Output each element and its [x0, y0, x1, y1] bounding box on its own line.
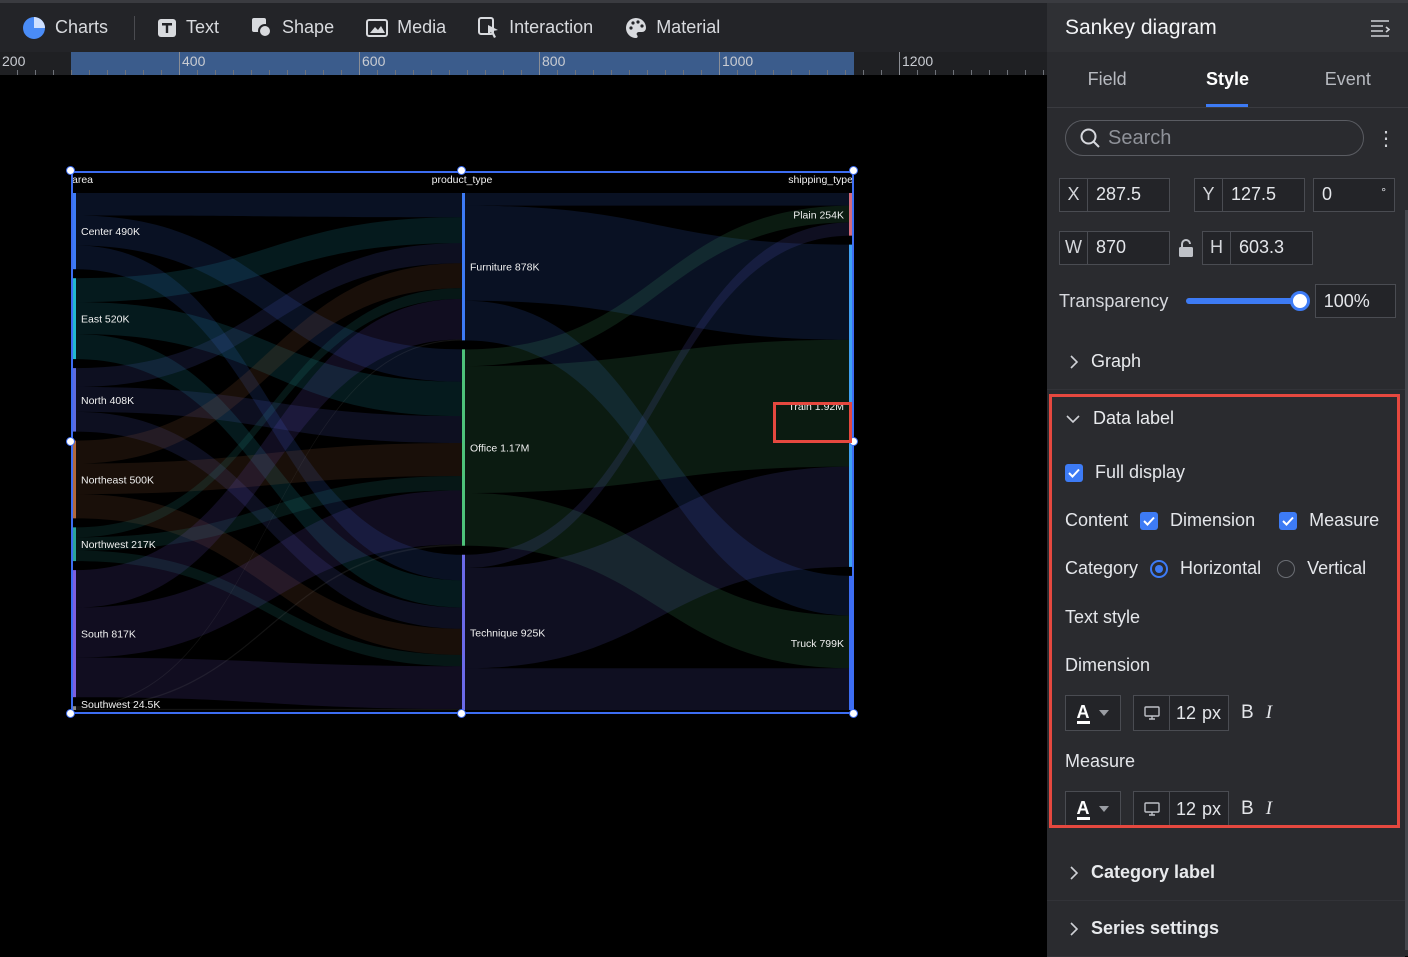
data-label-highlight-box: [1049, 394, 1400, 828]
collapse-panel-icon[interactable]: [1370, 19, 1390, 37]
x-label: X: [1060, 178, 1088, 211]
horizontal-ruler: 200 400 600 800 1000 1200: [0, 52, 1047, 75]
h-label: H: [1203, 231, 1231, 264]
x-field[interactable]: X 287.5: [1059, 177, 1170, 212]
toolbar-shape-label: Shape: [282, 17, 335, 37]
transparency-slider-fill: [1185, 298, 1300, 304]
panel-tabs: Field Style Event: [1047, 52, 1408, 108]
height-field[interactable]: H 603.3: [1202, 230, 1313, 265]
rotation-field[interactable]: 0 °: [1313, 177, 1395, 212]
section-graph[interactable]: Graph: [1047, 334, 1408, 390]
toolbar-material-button[interactable]: Material: [609, 3, 736, 52]
more-options-icon[interactable]: ⋮: [1376, 126, 1396, 151]
search-row: Search ⋮: [1047, 108, 1408, 168]
resize-handle-top-left[interactable]: [66, 166, 75, 175]
ruler-label: 400: [182, 53, 206, 69]
search-placeholder: Search: [1108, 126, 1172, 149]
tab-event[interactable]: Event: [1288, 52, 1408, 107]
toolbar-media-label: Media: [397, 17, 447, 37]
rotation-unit: °: [1381, 184, 1386, 199]
ruler-label: 200: [2, 53, 26, 69]
section-series-settings-label: Series settings: [1091, 918, 1220, 938]
resize-handle-top[interactable]: [457, 166, 466, 175]
ruler-label: 1000: [722, 53, 754, 69]
chevron-right-icon: [1070, 921, 1079, 936]
w-value: 870: [1096, 237, 1127, 257]
transparency-input[interactable]: 100%: [1314, 284, 1396, 318]
resize-handle-left[interactable]: [66, 437, 75, 446]
panel-header: Sankey diagram: [1047, 0, 1408, 52]
toolbar-charts-label: Charts: [55, 17, 109, 37]
chart-selection-frame[interactable]: [71, 171, 854, 714]
ruler-label: 800: [542, 53, 566, 69]
transparency-row: Transparency 100%: [1047, 274, 1408, 328]
transparency-label: Transparency: [1059, 290, 1169, 311]
transparency-slider-handle[interactable]: [1289, 291, 1310, 311]
x-value: 287.5: [1096, 184, 1142, 204]
ruler-major-tick: [359, 52, 360, 75]
ruler-label: 1200: [902, 53, 934, 69]
resize-handle-top-right[interactable]: [849, 166, 858, 175]
chevron-right-icon: [1070, 865, 1079, 880]
ruler-major-tick: [719, 52, 720, 75]
y-value: 127.5: [1231, 184, 1277, 204]
section-graph-label: Graph: [1091, 351, 1142, 371]
train-label-highlight: [773, 402, 852, 443]
size-row: W 870 H 603.3: [1047, 221, 1408, 274]
toolbar-interaction-button[interactable]: Interaction: [462, 3, 609, 52]
toolbar-text-label: Text: [186, 17, 220, 37]
toolbar-shape-button[interactable]: Shape: [235, 3, 350, 52]
search-icon: [1080, 128, 1100, 148]
panel-title: Sankey diagram: [1065, 15, 1217, 39]
toolbar-text-button[interactable]: Text: [141, 3, 235, 52]
section-series-settings[interactable]: Series settings: [1047, 901, 1405, 957]
transparency-slider[interactable]: [1185, 291, 1310, 311]
tab-style[interactable]: Style: [1167, 52, 1287, 107]
toolbar-divider: [134, 15, 136, 40]
section-category-label-label: Category label: [1091, 862, 1216, 882]
ruler-major-tick: [179, 52, 180, 75]
interaction-icon: [478, 16, 499, 38]
shape-icon: [252, 17, 273, 38]
width-field[interactable]: W 870: [1059, 230, 1170, 265]
toolbar-charts-button[interactable]: Charts: [0, 3, 124, 52]
tab-field[interactable]: Field: [1047, 52, 1167, 107]
ruler-major-tick: [899, 52, 900, 75]
top-toolbar: Charts Text Shape Media Interaction Mate…: [0, 0, 1047, 52]
chevron-right-icon: [1070, 354, 1079, 369]
text-icon: [158, 18, 177, 37]
ruler-major-tick: [539, 52, 540, 75]
media-icon: [366, 18, 389, 37]
toolbar-interaction-label: Interaction: [509, 17, 594, 37]
pie-chart-icon: [23, 16, 45, 39]
y-label: Y: [1195, 178, 1223, 211]
palette-icon: [626, 17, 647, 38]
aspect-lock-icon[interactable]: [1178, 238, 1194, 257]
position-row: X 287.5 Y 127.5 0 °: [1047, 168, 1408, 221]
toolbar-material-label: Material: [656, 17, 721, 37]
ruler-label: 600: [362, 53, 386, 69]
transparency-value: 100%: [1323, 290, 1370, 311]
resize-handle-bottom[interactable]: [457, 709, 466, 718]
resize-handle-bottom-right[interactable]: [849, 709, 858, 718]
h-value: 603.3: [1239, 237, 1285, 257]
w-label: W: [1060, 231, 1088, 264]
search-input[interactable]: Search: [1065, 120, 1364, 156]
toolbar-media-button[interactable]: Media: [350, 3, 462, 52]
section-category-label[interactable]: Category label: [1047, 845, 1405, 901]
rotation-value: 0: [1322, 184, 1333, 204]
y-field[interactable]: Y 127.5: [1194, 177, 1305, 212]
resize-handle-bottom-left[interactable]: [66, 709, 75, 718]
